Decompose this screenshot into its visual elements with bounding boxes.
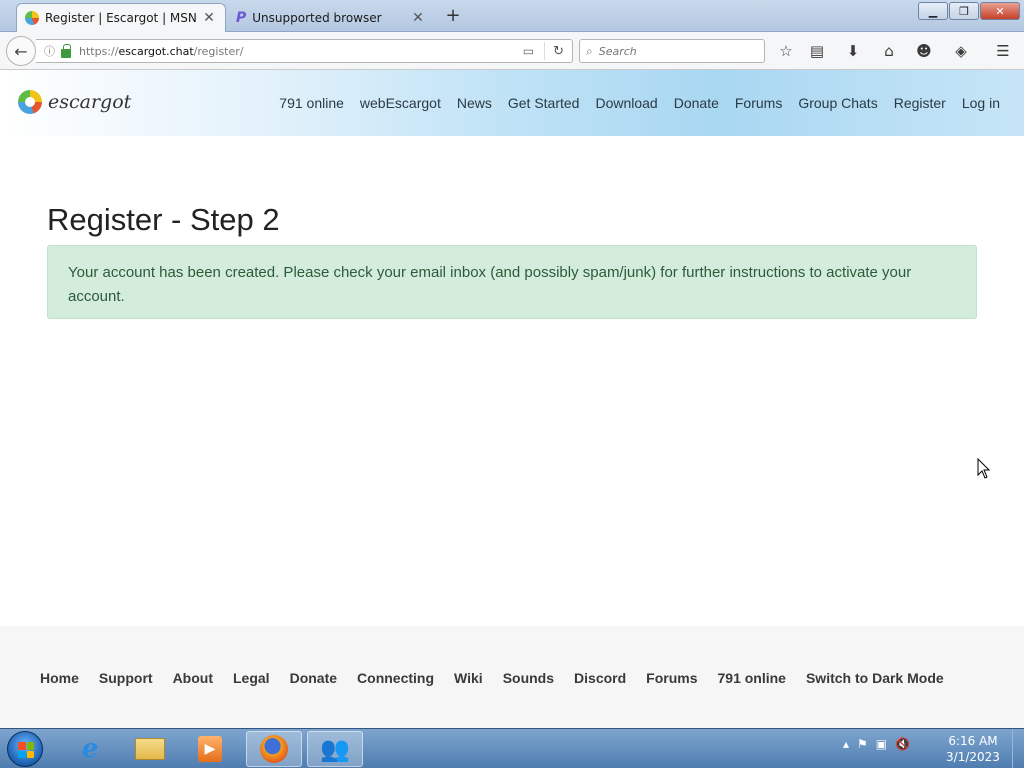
footer-link-wiki[interactable]: Wiki [454,670,483,686]
nav-download[interactable]: Download [595,95,657,111]
url-text[interactable]: https://escargot.chat/register/ [79,45,523,58]
minimize-button[interactable]: ▁ [918,2,948,20]
nav-news[interactable]: News [457,95,492,111]
footer-link-home[interactable]: Home [40,670,79,686]
tab-title: Register | Escargot | MSN ... [45,11,201,25]
window-controls: ▁ ❐ ✕ [917,2,1020,20]
site-header: escargot 791 online webEscargot News Get… [0,70,1024,136]
reload-icon[interactable]: ↻ [553,44,564,59]
taskbar-file-explorer[interactable] [122,731,178,767]
nav-webescargot[interactable]: webEscargot [360,95,441,111]
show-hidden-icons-icon[interactable]: ▴ [843,737,849,751]
nav-donate[interactable]: Donate [674,95,719,111]
download-icon[interactable]: ⬇ [842,41,864,61]
pocket-icon[interactable]: ◈ [950,41,972,61]
nav-log-in[interactable]: Log in [962,95,1000,111]
search-icon: ⌕ [586,43,593,58]
back-arrow-icon: ← [14,41,28,61]
menu-hamburger-icon[interactable]: ☰ [992,41,1014,61]
nav-online-count[interactable]: 791 online [279,95,344,111]
taskbar-firefox[interactable] [246,731,302,767]
footer-link-forums[interactable]: Forums [646,670,697,686]
lock-icon [61,43,71,58]
info-icon[interactable]: ⓘ [44,43,55,59]
taskbar: e ▶ 👥 ▴ ⚑ ▣ 🔇 6:16 AM 3/1/2023 [0,728,1024,768]
volume-muted-icon[interactable]: 🔇 [895,737,910,751]
paypal-favicon-icon: P [236,9,247,26]
footer-link-online-count[interactable]: 791 online [718,670,786,686]
msn-messenger-icon: 👥 [320,735,350,763]
site-nav: 791 online webEscargot News Get Started … [263,95,1000,111]
nav-get-started[interactable]: Get Started [508,95,580,111]
tab-unsupported-browser[interactable]: P Unsupported browser ✕ [228,3,434,32]
escargot-logo-icon [18,90,42,114]
tab-register[interactable]: Register | Escargot | MSN ... ✕ [16,3,226,32]
navigation-toolbar: ⓘ https://escargot.chat/register/ ▭ ↻ ← … [0,32,1024,70]
system-tray: ▴ ⚑ ▣ 🔇 [843,737,918,751]
internet-explorer-icon: e [81,734,99,764]
taskbar-messenger[interactable]: 👥 [307,731,363,767]
nav-group-chats[interactable]: Group Chats [798,95,877,111]
footer-link-donate[interactable]: Donate [290,670,337,686]
tab-title: Unsupported browser [252,10,382,25]
clock-time: 6:16 AM [948,734,998,748]
show-desktop-button[interactable] [1012,729,1024,768]
clock[interactable]: 6:16 AM 3/1/2023 [940,733,1006,765]
site-footer: Home Support About Legal Donate Connecti… [0,626,1024,728]
divider [544,42,546,60]
footer-link-legal[interactable]: Legal [233,670,270,686]
site-logo[interactable]: escargot [18,90,131,114]
footer-link-dark-mode[interactable]: Switch to Dark Mode [806,670,944,686]
bookmarks-library-icon[interactable]: ▤ [806,41,828,61]
footer-links: Home Support About Legal Donate Connecti… [40,670,964,686]
page-title: Register - Step 2 [47,202,280,237]
footer-link-connecting[interactable]: Connecting [357,670,434,686]
new-tab-button[interactable]: + [443,5,463,27]
tab-bar: Register | Escargot | MSN ... ✕ P Unsupp… [0,0,1024,32]
footer-link-support[interactable]: Support [99,670,153,686]
tab-close-icon[interactable]: ✕ [201,10,217,26]
footer-link-sounds[interactable]: Sounds [503,670,554,686]
restore-button[interactable]: ❐ [949,2,979,20]
folder-icon [135,738,165,760]
address-bar[interactable]: ⓘ https://escargot.chat/register/ ▭ ↻ [36,39,573,63]
search-field[interactable]: ⌕ [579,39,765,63]
close-window-button[interactable]: ✕ [980,2,1020,20]
bookmark-star-icon[interactable]: ☆ [775,41,797,61]
escargot-favicon-icon [25,11,39,25]
footer-link-about[interactable]: About [173,670,213,686]
start-button[interactable] [7,731,43,767]
back-button[interactable]: ← [6,36,36,66]
windows-logo-icon [18,742,34,758]
nav-register[interactable]: Register [894,95,946,111]
home-icon[interactable]: ⌂ [878,41,900,61]
reader-view-icon[interactable]: ▭ [523,44,534,58]
taskbar-internet-explorer[interactable]: e [62,731,118,767]
network-icon[interactable]: ▣ [876,737,887,751]
nav-forums[interactable]: Forums [735,95,782,111]
mouse-cursor-icon [977,458,991,479]
footer-link-discord[interactable]: Discord [574,670,626,686]
logo-text: escargot [48,91,132,113]
firefox-icon [260,735,288,763]
success-alert: Your account has been created. Please ch… [47,245,977,319]
search-input[interactable] [598,44,749,58]
taskbar-media-player[interactable]: ▶ [182,731,238,767]
action-center-flag-icon[interactable]: ⚑ [857,737,868,751]
media-player-icon: ▶ [198,736,222,762]
clock-date: 3/1/2023 [946,750,1000,764]
hello-chat-icon[interactable]: ☻ [913,41,935,61]
tab-close-icon[interactable]: ✕ [410,10,426,26]
